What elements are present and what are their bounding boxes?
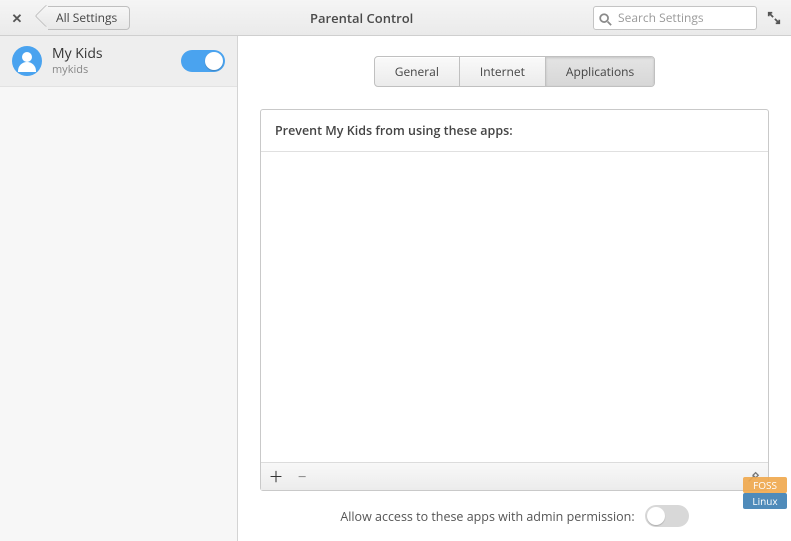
blocked-apps-panel: Prevent My Kids from using these apps: ＋… <box>260 109 769 491</box>
user-enable-toggle[interactable] <box>181 50 225 72</box>
tab-general[interactable]: General <box>375 57 460 86</box>
search-input[interactable] <box>593 6 757 30</box>
body: My Kids mykids General Internet Applicat… <box>0 36 791 541</box>
clear-apps-icon[interactable] <box>744 468 762 486</box>
search-icon <box>598 9 612 23</box>
main-panel: General Internet Applications Prevent My… <box>238 36 791 541</box>
user-login-name: mykids <box>52 63 171 76</box>
close-icon[interactable]: ✕ <box>6 7 28 29</box>
page-title: Parental Control <box>136 9 587 27</box>
admin-permission-label: Allow access to these apps with admin pe… <box>340 508 634 525</box>
tab-applications[interactable]: Applications <box>546 57 654 86</box>
blocked-apps-header: Prevent My Kids from using these apps: <box>261 110 768 152</box>
avatar-icon <box>12 46 42 76</box>
titlebar: ✕ All Settings Parental Control <box>0 0 791 36</box>
sidebar: My Kids mykids <box>0 36 238 541</box>
back-all-settings-button[interactable]: All Settings <box>48 6 130 30</box>
maximize-icon[interactable] <box>763 7 785 29</box>
admin-permission-row: Allow access to these apps with admin pe… <box>260 491 769 531</box>
tab-group: General Internet Applications <box>374 56 656 87</box>
sidebar-user-row[interactable]: My Kids mykids <box>0 36 237 87</box>
user-names: My Kids mykids <box>52 46 171 76</box>
breadcrumb-label: All Settings <box>56 9 117 26</box>
blocked-apps-list[interactable] <box>261 152 768 462</box>
tab-internet[interactable]: Internet <box>460 57 546 86</box>
user-display-name: My Kids <box>52 46 171 63</box>
tab-bar: General Internet Applications <box>260 56 769 87</box>
remove-app-button[interactable]: − <box>293 468 311 486</box>
admin-permission-toggle[interactable] <box>645 505 689 527</box>
search-field-wrap <box>593 5 757 30</box>
blocked-apps-toolbar: ＋ − <box>261 462 768 490</box>
add-app-button[interactable]: ＋ <box>267 468 285 486</box>
